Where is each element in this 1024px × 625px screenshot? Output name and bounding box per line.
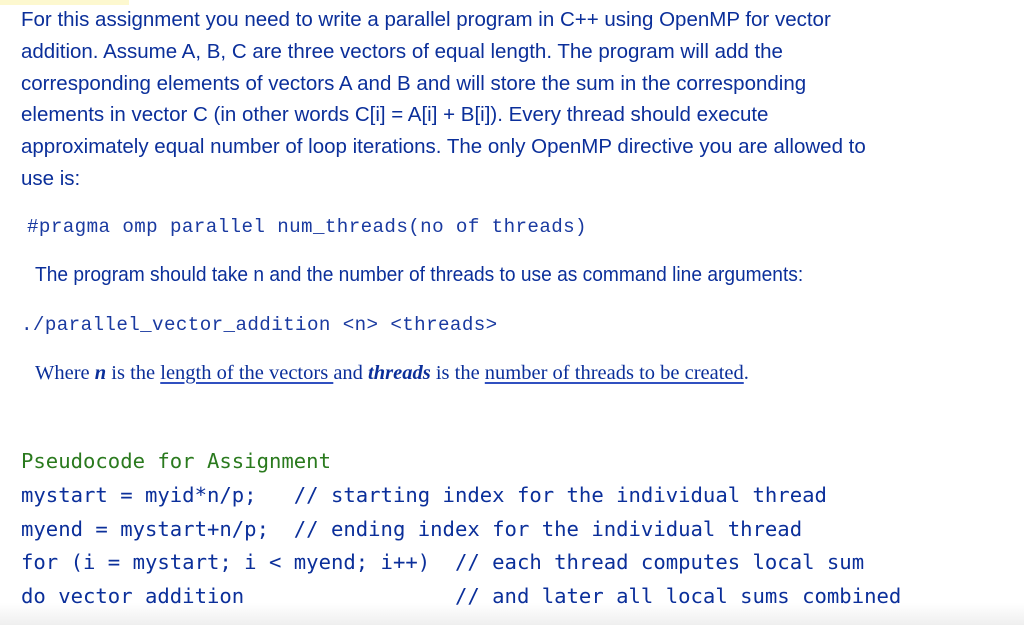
where-text: . [743,362,749,384]
threads-term: threads [368,362,431,384]
command-line-usage: ./parallel_vector_addition <n> <threads> [21,314,498,336]
pseudocode-line: myend = mystart+n/p; // ending index for… [21,516,803,541]
intro-line: corresponding elements of vectors A and … [21,71,807,95]
intro-line: addition. Assume A, B, C are three vecto… [21,39,783,63]
command-line-args-instruction: The program should take n and the number… [35,263,804,286]
pseudocode-line: for (i = mystart; i < myend; i++) // eac… [21,550,865,575]
where-text: and [333,362,369,384]
pseudocode-line: mystart = myid*n/p; // starting index fo… [21,482,827,507]
intro-line: use is: [21,166,81,190]
where-text: Where [35,362,95,384]
pseudocode-title: Pseudocode for Assignment [21,449,331,473]
pragma-directive-code: #pragma omp parallel num_threads(no of t… [27,216,587,238]
intro-line: elements in vector C (in other words C[i… [21,103,769,127]
assignment-intro-paragraph: For this assignment you need to write a … [21,4,1011,195]
where-definition-sentence: Where n is the length of the vectors and… [35,362,749,385]
where-text: is the [106,362,161,384]
pseudocode-line: do vector addition // and later all loca… [21,584,902,609]
pseudocode-block: Pseudocode for Assignment mystart = myid… [21,445,901,614]
n-term: n [94,362,107,384]
intro-line: approximately equal number of loop itera… [21,135,866,159]
thread-count-link[interactable]: number of threads to be created [485,362,744,384]
where-text: is the [430,362,485,384]
intro-line: For this assignment you need to write a … [21,8,831,31]
vector-length-link[interactable]: length of the vectors [160,362,333,384]
